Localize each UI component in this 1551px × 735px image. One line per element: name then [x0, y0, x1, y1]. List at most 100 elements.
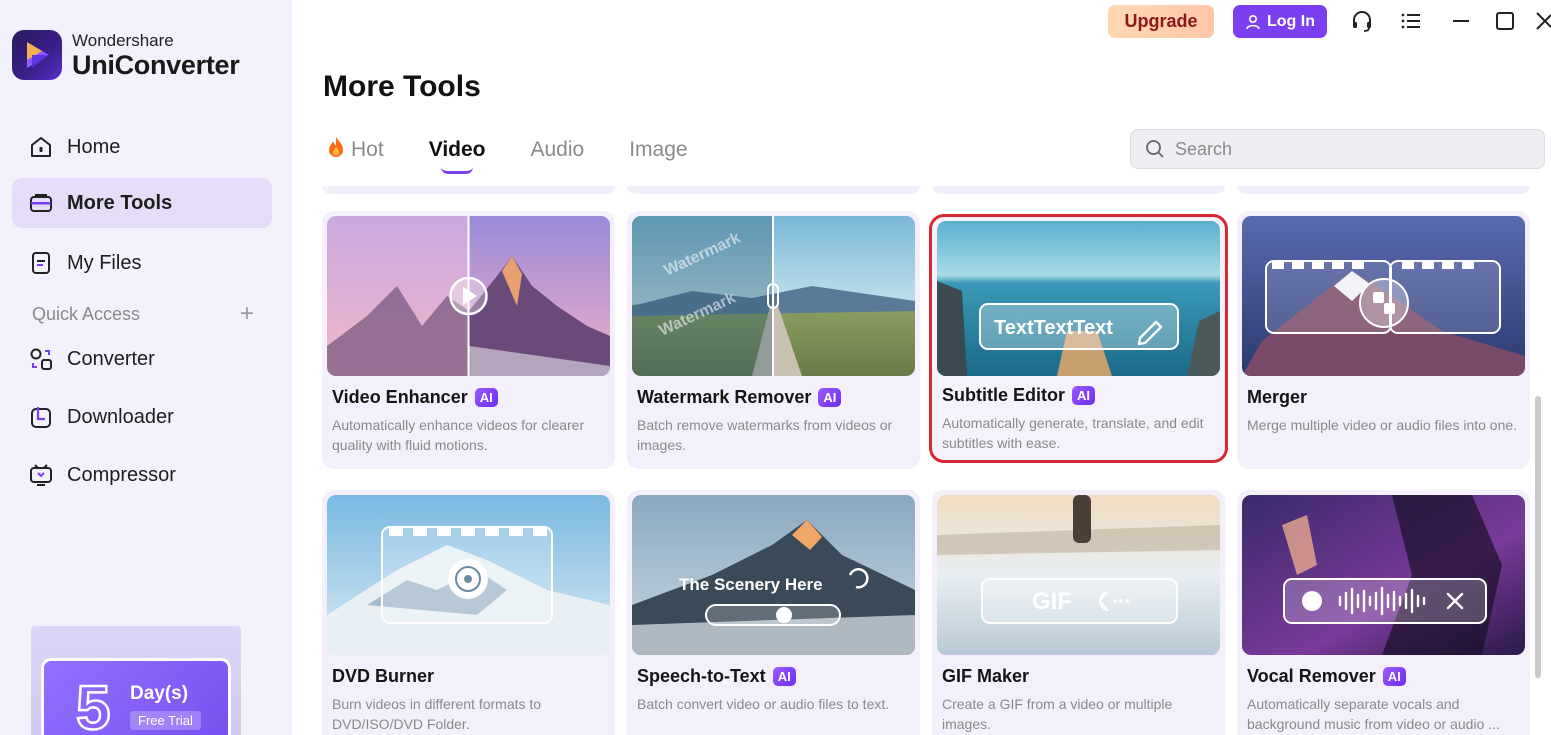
quick-access-header: Quick Access +: [32, 302, 254, 326]
add-quick-access-button[interactable]: +: [240, 302, 254, 326]
page-title: More Tools: [323, 70, 481, 103]
tool-card-merger[interactable]: Merger Merge multiple video or audio fil…: [1237, 211, 1530, 469]
tool-title: GIF Maker: [942, 666, 1030, 686]
compressor-icon: [28, 462, 54, 488]
support-headset-icon[interactable]: [1349, 8, 1375, 34]
ai-badge: AI: [1072, 386, 1095, 405]
toolbox-icon: [28, 190, 54, 216]
sidebar-item-label: More Tools: [67, 191, 173, 214]
flame-icon: [327, 136, 345, 164]
uniconverter-logo-icon: [12, 30, 62, 80]
dvd-burner-thumbnail: [327, 495, 610, 655]
tab-label: Hot: [351, 138, 384, 161]
tool-card-subtitle-editor[interactable]: TextTextText Subtitle Editor AI Automati…: [929, 214, 1228, 463]
tool-description: Batch remove watermarks from videos or i…: [637, 417, 893, 453]
sidebar-item-compressor[interactable]: Compressor: [12, 450, 272, 500]
sidebar-item-downloader[interactable]: Downloader: [12, 392, 272, 442]
tool-description: Create a GIF from a video or multiple im…: [942, 696, 1173, 732]
tool-title: Video Enhancer: [332, 387, 468, 407]
tool-title: Merger: [1247, 387, 1308, 407]
tab-label: Audio: [530, 138, 585, 161]
search-icon: [1146, 140, 1164, 158]
brand[interactable]: Wondershare UniConverter: [12, 30, 240, 80]
sidebar: Wondershare UniConverter Home More Tools…: [0, 0, 292, 735]
sidebar-item-more-tools[interactable]: More Tools: [12, 178, 272, 228]
trial-days-number: 5: [75, 675, 110, 735]
tool-card-speech-to-text[interactable]: The Scenery Here Speech-to-Text AI Batch…: [627, 490, 920, 735]
tab-hot[interactable]: Hot: [327, 136, 384, 164]
previous-row-card-edge: [1237, 186, 1530, 194]
sidebar-item-label: Downloader: [67, 405, 174, 428]
close-icon[interactable]: [1533, 8, 1551, 34]
ai-badge: AI: [818, 388, 842, 407]
gif-label-text: GIF: [1032, 588, 1072, 615]
subtitle-sample-text: TextTextText: [994, 317, 1113, 339]
sidebar-item-label: Home: [67, 135, 121, 158]
sidebar-item-my-files[interactable]: My Files: [12, 238, 272, 288]
maximize-icon[interactable]: [1492, 8, 1518, 34]
speech-to-text-thumbnail: The Scenery Here: [632, 495, 915, 655]
sidebar-item-label: My Files: [67, 251, 142, 274]
tab-video[interactable]: Video: [428, 136, 486, 174]
ai-badge: AI: [474, 388, 498, 407]
sidebar-item-home[interactable]: Home: [12, 122, 272, 172]
user-icon: [1246, 14, 1260, 29]
search-input[interactable]: [1175, 138, 1535, 160]
tool-title: Speech-to-Text: [637, 666, 766, 686]
watermark-remover-thumbnail: Watermark Watermark: [632, 216, 915, 376]
previous-row-card-edge: [322, 186, 615, 194]
tool-card-gif-maker[interactable]: GIF GIF Maker Create a GIF from a video …: [932, 490, 1225, 735]
ai-badge: AI: [772, 667, 796, 686]
ai-badge: AI: [1382, 667, 1406, 686]
category-tabs: Hot Video Audio Image: [327, 136, 733, 174]
brand-name: UniConverter: [72, 49, 240, 80]
tab-audio[interactable]: Audio: [530, 136, 584, 164]
quick-access-label: Quick Access: [32, 303, 141, 324]
previous-row-card-edge: [932, 186, 1225, 194]
tab-image[interactable]: Image: [629, 136, 687, 164]
free-trial-card: 5 Day(s) Free Trial: [41, 658, 231, 735]
upgrade-button[interactable]: Upgrade: [1108, 5, 1214, 38]
tool-card-vocal-remover[interactable]: Vocal Remover AI Automatically separate …: [1237, 490, 1530, 735]
previous-row-card-edge: [627, 186, 920, 194]
tool-description: Automatically separate vocals and backgr…: [1247, 696, 1500, 732]
free-trial-banner[interactable]: 5 Day(s) Free Trial: [31, 626, 241, 735]
sidebar-item-converter[interactable]: Converter: [12, 334, 272, 384]
downloader-icon: [28, 404, 54, 430]
trial-days-label: Day(s): [130, 683, 189, 704]
tool-title: Watermark Remover: [637, 387, 812, 407]
converter-icon: [28, 346, 54, 372]
tool-description: Automatically generate, translate, and e…: [942, 415, 1204, 451]
tool-card-watermark-remover[interactable]: Watermark Watermark Watermark Remover AI…: [627, 211, 920, 469]
tool-card-dvd-burner[interactable]: DVD Burner Burn videos in different form…: [322, 490, 615, 735]
tool-description: Burn videos in different formats to DVD/…: [332, 696, 542, 732]
speech-caption-text: The Scenery Here: [679, 575, 823, 594]
subtitle-editor-thumbnail: TextTextText: [937, 221, 1220, 376]
login-label: Log In: [1267, 12, 1315, 30]
scrollbar-thumb[interactable]: [1535, 396, 1541, 678]
tool-title: DVD Burner: [332, 666, 435, 686]
free-trial-label: Free Trial: [130, 711, 201, 730]
tool-card-video-enhancer[interactable]: Video Enhancer AI Automatically enhance …: [322, 211, 615, 469]
gif-maker-thumbnail: GIF: [937, 495, 1220, 655]
sidebar-item-label: Compressor: [67, 463, 176, 486]
home-icon: [28, 134, 54, 160]
sidebar-item-label: Converter: [67, 347, 155, 370]
search-box[interactable]: [1130, 129, 1545, 169]
minimize-icon[interactable]: [1448, 8, 1474, 34]
login-button[interactable]: Log In: [1233, 5, 1327, 38]
tool-description: Batch convert video or audio files to te…: [637, 696, 890, 712]
brand-subtitle: Wondershare: [72, 30, 174, 50]
file-icon: [28, 250, 54, 276]
tab-label: Video: [428, 138, 486, 161]
tool-title: Subtitle Editor: [942, 385, 1065, 405]
tab-label: Image: [629, 138, 688, 161]
video-enhancer-thumbnail: [327, 216, 610, 376]
tool-description: Automatically enhance videos for clearer…: [332, 417, 585, 453]
vocal-remover-thumbnail: [1242, 495, 1525, 655]
merger-thumbnail: [1242, 216, 1525, 376]
trial-number-text: 5: [76, 675, 110, 735]
menu-list-icon[interactable]: [1398, 8, 1424, 34]
tool-title: Vocal Remover: [1247, 666, 1376, 686]
tool-description: Merge multiple video or audio files into…: [1247, 417, 1518, 433]
